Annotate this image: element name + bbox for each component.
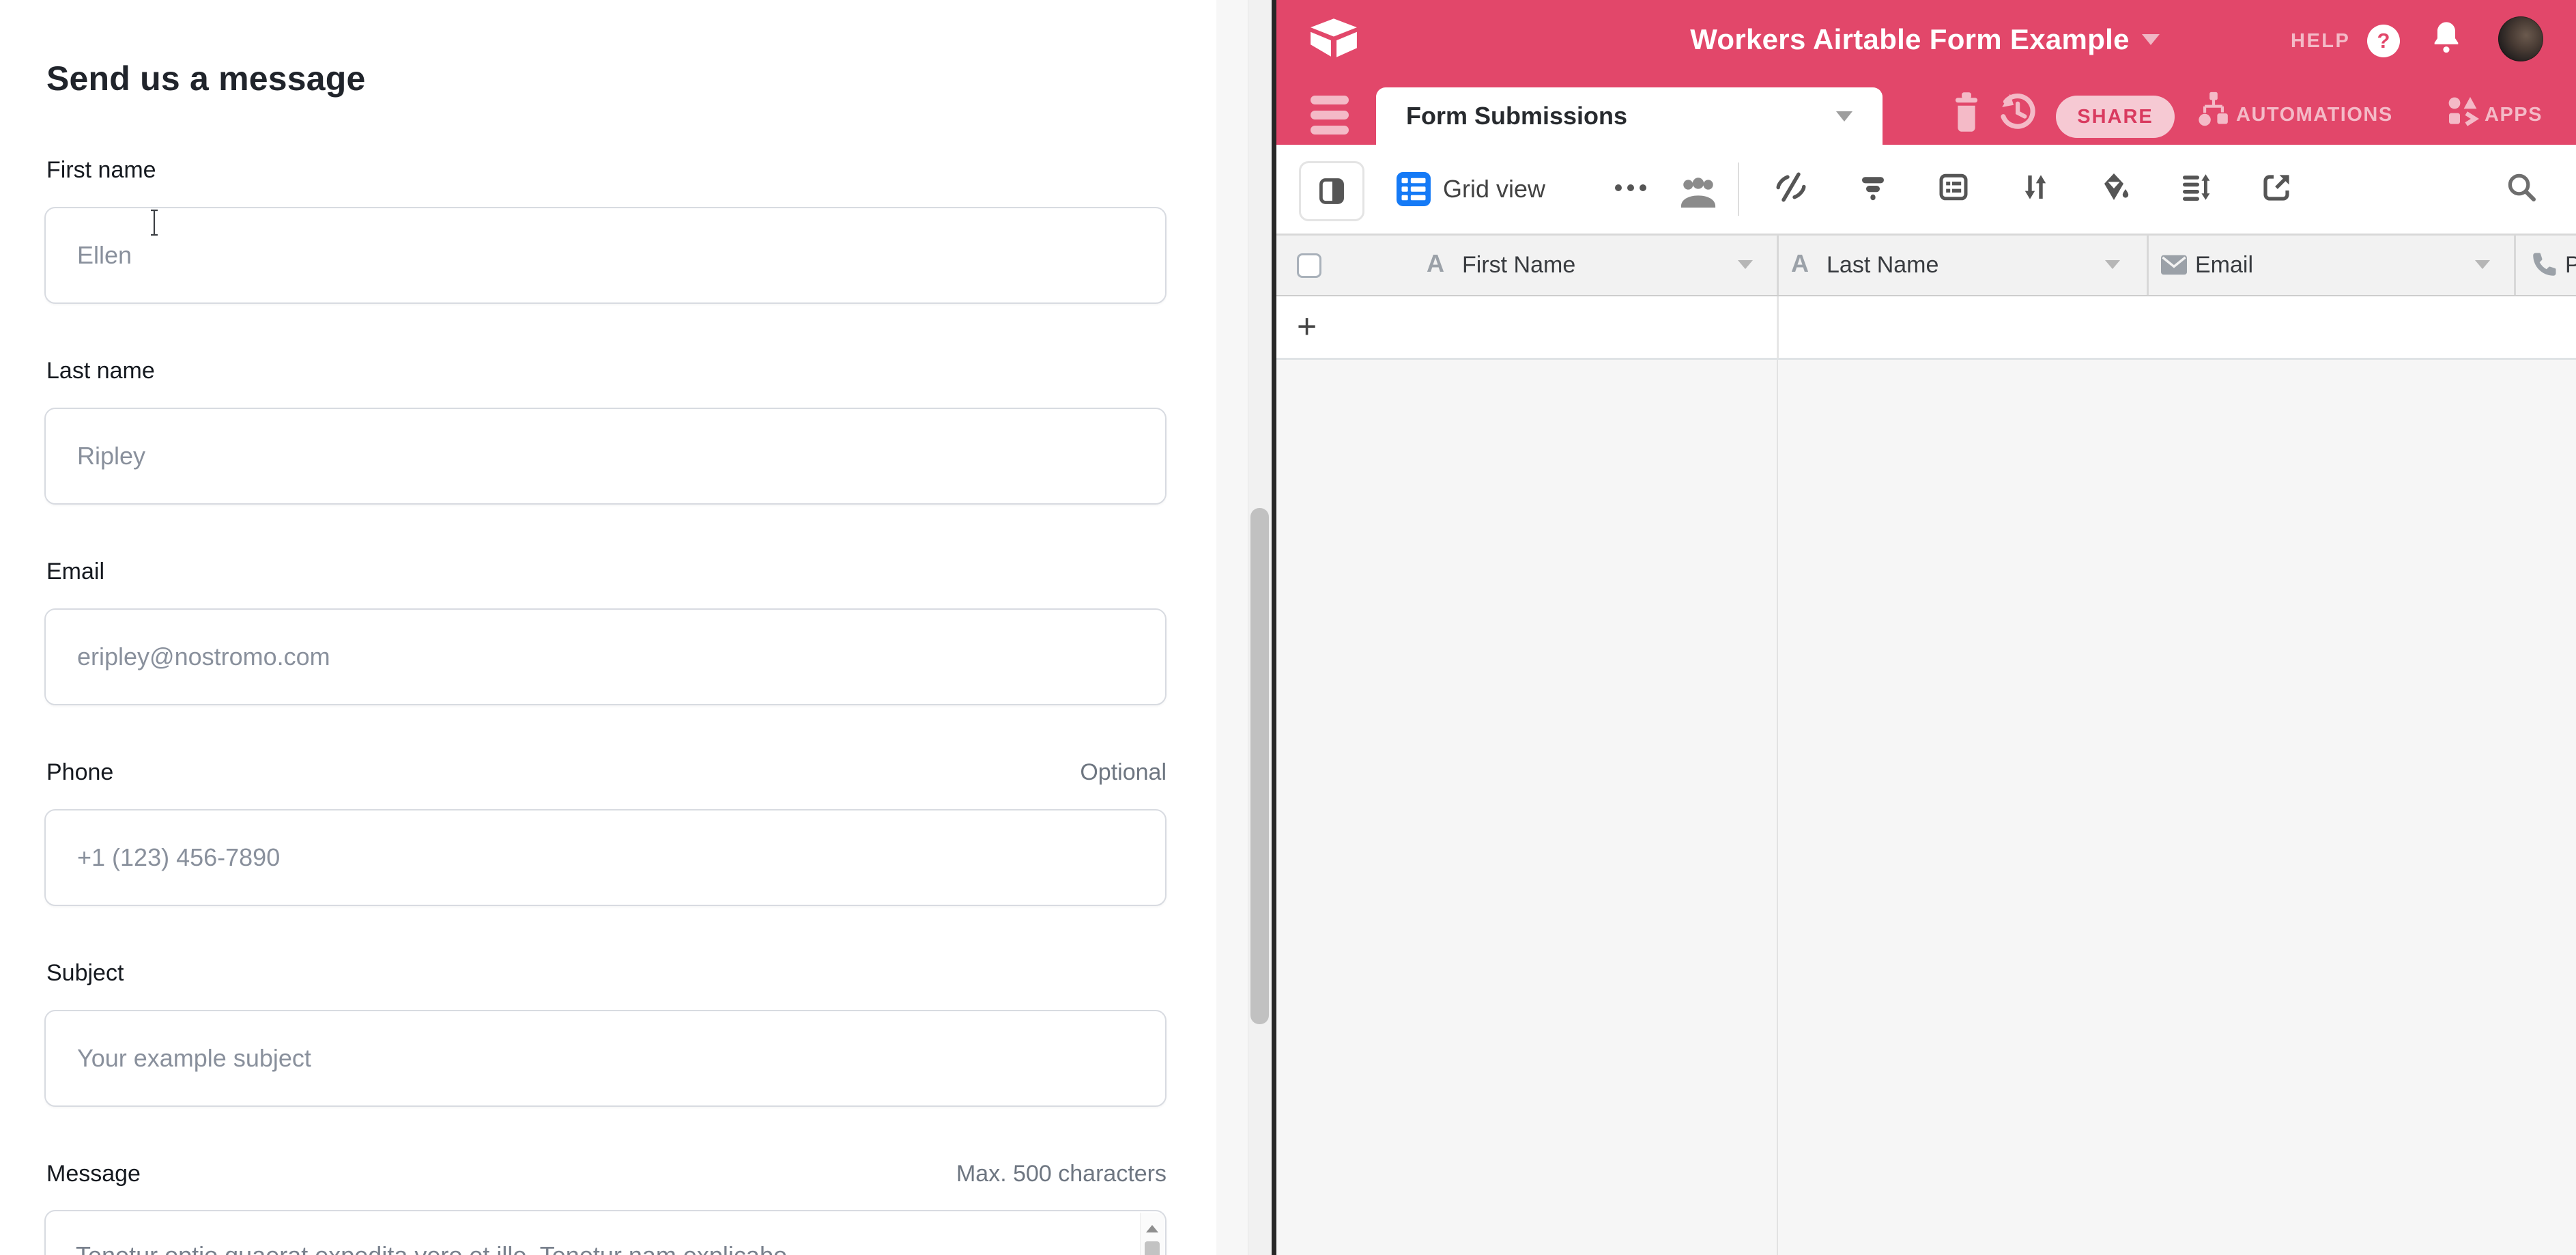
email-input[interactable] (44, 608, 1167, 705)
select-all-checkbox[interactable] (1297, 253, 1321, 278)
page-scrollbar-thumb[interactable] (1250, 508, 1269, 1024)
column-divider[interactable] (2514, 236, 2516, 295)
trash-icon[interactable] (1951, 91, 1982, 132)
scroll-up-arrow-icon[interactable] (1146, 1225, 1158, 1232)
collaborators-icon[interactable] (1678, 176, 1719, 208)
email-field-icon (2161, 255, 2187, 275)
toggle-views-sidebar-button[interactable] (1299, 161, 1364, 221)
add-row-row[interactable]: + (1276, 296, 2576, 360)
text-field-icon: A (1427, 249, 1444, 278)
row-height-icon[interactable] (2179, 171, 2212, 203)
email-label: Email (46, 559, 104, 585)
message-maxchars-hint: Max. 500 characters (44, 1161, 1167, 1187)
automations-button[interactable]: AUTOMATIONS (2236, 104, 2393, 126)
scrollbar-gutter (1216, 0, 1248, 1255)
sort-icon[interactable] (2019, 171, 2052, 203)
phone-input[interactable] (44, 809, 1167, 906)
base-title: Workers Airtable Form Example (1690, 23, 2130, 56)
textarea-scroll-thumb[interactable] (1145, 1241, 1160, 1255)
base-title-menu[interactable]: Workers Airtable Form Example (1536, 23, 2314, 56)
view-toolbar: Grid view (1276, 145, 2576, 235)
subject-label: Subject (46, 960, 124, 987)
grid-view-icon (1397, 172, 1431, 206)
phone-field-icon (2530, 251, 2558, 279)
hide-fields-icon[interactable] (1775, 171, 1807, 203)
contact-form-window: Send us a message First name Last name E… (0, 0, 1272, 1255)
column-header-phone[interactable]: Phone (2565, 252, 2576, 279)
last-name-input[interactable] (44, 408, 1167, 505)
column-divider (1777, 296, 1779, 358)
textarea-scrollbar[interactable] (1140, 1213, 1164, 1255)
subject-input[interactable] (44, 1010, 1167, 1107)
screen: Send us a message First name Last name E… (0, 0, 2576, 1255)
help-question-icon[interactable]: ? (2367, 25, 2400, 57)
more-options-icon[interactable] (1615, 184, 1646, 191)
group-icon[interactable] (1937, 171, 1970, 203)
chevron-down-icon[interactable] (2475, 260, 2490, 269)
help-button[interactable]: HELP (2291, 30, 2350, 53)
text-cursor-ibeam (149, 209, 160, 236)
chevron-down-icon (1836, 111, 1852, 122)
message-text: Tenetur optio quaerat expedita vero et i… (76, 1241, 787, 1255)
automations-icon[interactable] (2196, 91, 2231, 131)
text-field-icon: A (1791, 249, 1809, 278)
toolbar-divider (1738, 163, 1739, 216)
chevron-down-icon (2142, 34, 2160, 45)
view-name-label: Grid view (1443, 175, 1545, 203)
share-button[interactable]: SHARE (2056, 96, 2175, 138)
column-divider[interactable] (1777, 236, 1779, 295)
sidebar-menu-icon[interactable] (1311, 96, 1349, 135)
grid-header-row: A First Name A Last Name Email Phone (1276, 235, 2576, 297)
grid-view-switcher[interactable]: Grid view (1397, 172, 1545, 206)
form-heading: Send us a message (46, 59, 366, 98)
chevron-down-icon[interactable] (2105, 260, 2120, 269)
column-header-email[interactable]: Email (2195, 252, 2253, 279)
apps-icon[interactable] (2446, 94, 2479, 127)
phone-optional-hint: Optional (44, 759, 1167, 786)
window-divider (1272, 0, 1276, 1255)
user-avatar[interactable] (2498, 16, 2543, 61)
table-tab-label: Form Submissions (1406, 102, 1627, 130)
airtable-logo[interactable] (1308, 16, 1360, 59)
column-header-last-name[interactable]: Last Name (1827, 252, 1938, 279)
apps-button[interactable]: APPS (2485, 104, 2543, 126)
add-row-plus-icon[interactable]: + (1297, 307, 1317, 346)
message-textarea[interactable]: Tenetur optio quaerat expedita vero et i… (44, 1210, 1167, 1255)
share-view-icon[interactable] (2261, 171, 2293, 203)
first-name-label: First name (46, 157, 156, 184)
last-name-label: Last name (46, 358, 155, 384)
filter-icon[interactable] (1857, 171, 1889, 203)
airtable-top-bars: Workers Airtable Form Example HELP ? For… (1276, 0, 2576, 145)
history-icon[interactable] (1997, 91, 2037, 132)
sidebar-panel-icon (1317, 175, 1347, 208)
search-icon[interactable] (2505, 171, 2538, 203)
chevron-down-icon[interactable] (1738, 260, 1753, 269)
first-name-input[interactable] (44, 207, 1167, 304)
primary-column-line (1777, 360, 1778, 1255)
tab-form-submissions[interactable]: Form Submissions (1376, 87, 1883, 145)
notifications-bell-icon[interactable] (2429, 19, 2464, 55)
column-divider[interactable] (2147, 236, 2149, 295)
color-icon[interactable] (2098, 171, 2131, 203)
column-header-first-name[interactable]: First Name (1462, 252, 1575, 279)
airtable-window: Workers Airtable Form Example HELP ? For… (1276, 0, 2576, 1255)
